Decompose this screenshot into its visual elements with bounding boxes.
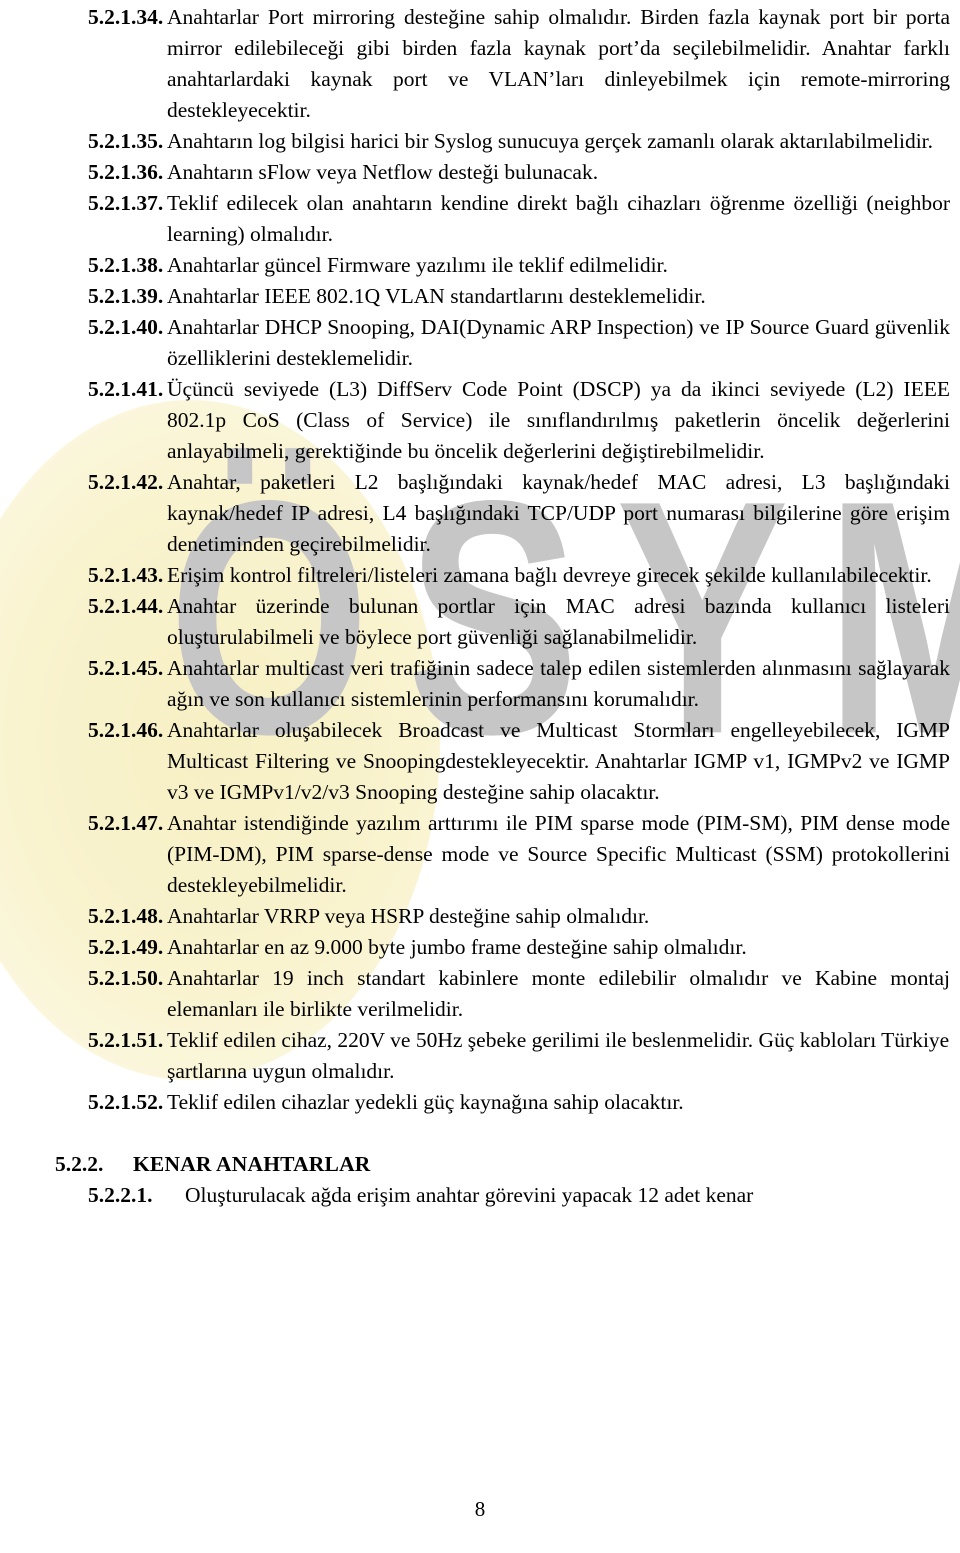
clause-text: Anahtarlar 19 inch standart kabinlere mo…: [167, 966, 950, 1021]
clause-item: 5.2.1.41. Üçüncü seviyede (L3) DiffServ …: [55, 374, 950, 467]
clause-item: 5.2.1.35. Anahtarın log bilgisi harici b…: [55, 126, 950, 157]
subclause-item: 5.2.2.1. Oluşturulacak ağda erişim anaht…: [55, 1180, 950, 1211]
clause-text: Anahtarlar güncel Firmware yazılımı ile …: [167, 253, 668, 277]
clause-item: 5.2.1.42. Anahtar, paketleri L2 başlığın…: [55, 467, 950, 560]
subclause-text: Oluşturulacak ağda erişim anahtar görevi…: [185, 1183, 754, 1207]
clause-text: Anahtarlar IEEE 802.1Q VLAN standartları…: [167, 284, 706, 308]
clause-number: 5.2.1.50.: [88, 966, 164, 990]
clause-number: 5.2.1.39.: [88, 284, 164, 308]
page-number: 8: [474, 1497, 486, 1521]
clause-item: 5.2.1.48. Anahtarlar VRRP veya HSRP dest…: [55, 901, 950, 932]
clause-number: 5.2.1.45.: [88, 656, 164, 680]
clause-number: 5.2.1.46.: [88, 718, 164, 742]
clause-item: 5.2.1.52. Teklif edilen cihazlar yedekli…: [55, 1087, 950, 1118]
clause-number: 5.2.1.38.: [88, 253, 164, 277]
clause-text: Anahtarlar oluşabilecek Broadcast ve Mul…: [167, 718, 950, 804]
clause-number: 5.2.1.43.: [88, 563, 164, 587]
clause-text: Anahtarlar multicast veri trafiğinin sad…: [167, 656, 950, 711]
clause-text: Anahtarın log bilgisi harici bir Syslog …: [167, 129, 934, 153]
clause-number: 5.2.1.42.: [88, 470, 164, 494]
clause-number: 5.2.1.40.: [88, 315, 164, 339]
clause-number: 5.2.1.37.: [88, 191, 164, 215]
clause-text: Anahtarlar en az 9.000 byte jumbo frame …: [167, 935, 747, 959]
clause-item: 5.2.1.38. Anahtarlar güncel Firmware yaz…: [55, 250, 950, 281]
section-title: KENAR ANAHTARLAR: [133, 1152, 371, 1176]
clause-item: 5.2.1.39. Anahtarlar IEEE 802.1Q VLAN st…: [55, 281, 950, 312]
clause-text: Anahtarın sFlow veya Netflow desteği bul…: [167, 160, 599, 184]
clause-text: Anahtarlar VRRP veya HSRP desteğine sahi…: [167, 904, 650, 928]
clause-item: 5.2.1.47. Anahtar istendiğinde yazılım a…: [55, 808, 950, 901]
clause-number: 5.2.1.34.: [88, 5, 164, 29]
clause-number: 5.2.1.49.: [88, 935, 164, 959]
clause-text: Teklif edilecek olan anahtarın kendine d…: [167, 191, 950, 246]
clause-text: Anahtar üzerinde bulunan portlar için MA…: [167, 594, 950, 649]
clause-item: 5.2.1.49. Anahtarlar en az 9.000 byte ju…: [55, 932, 950, 963]
clause-item: 5.2.1.51. Teklif edilen cihaz, 220V ve 5…: [55, 1025, 950, 1087]
section-heading: 5.2.2. KENAR ANAHTARLAR: [55, 1149, 950, 1180]
clause-text: Üçüncü seviyede (L3) DiffServ Code Point…: [167, 377, 950, 463]
clause-text: Anahtarlar DHCP Snooping, DAI(Dynamic AR…: [167, 315, 950, 370]
clause-list: 5.2.1.34. Anahtarlar Port mirroring dest…: [55, 2, 950, 1211]
clause-number: 5.2.1.41.: [88, 377, 164, 401]
clause-number: 5.2.1.52.: [88, 1090, 164, 1114]
clause-number: 5.2.1.36.: [88, 160, 164, 184]
clause-item: 5.2.1.40. Anahtarlar DHCP Snooping, DAI(…: [55, 312, 950, 374]
clause-number: 5.2.1.35.: [88, 129, 164, 153]
clause-text: Teklif edilen cihazlar yedekli güç kayna…: [167, 1090, 684, 1114]
clause-text: Anahtar istendiğinde yazılım arttırımı i…: [167, 811, 950, 897]
clause-item: 5.2.1.44. Anahtar üzerinde bulunan portl…: [55, 591, 950, 653]
clause-item: 5.2.1.34. Anahtarlar Port mirroring dest…: [55, 2, 950, 126]
document-page: ÖSYM 5.2.1.34. Anahtarlar Port mirroring…: [0, 0, 960, 1553]
clause-item: 5.2.1.36. Anahtarın sFlow veya Netflow d…: [55, 157, 950, 188]
clause-number: 5.2.1.48.: [88, 904, 164, 928]
clause-item: 5.2.1.46. Anahtarlar oluşabilecek Broadc…: [55, 715, 950, 808]
subclause-number: 5.2.2.1.: [88, 1183, 153, 1207]
clause-text: Anahtar, paketleri L2 başlığındaki kayna…: [167, 470, 950, 556]
clause-number: 5.2.1.44.: [88, 594, 164, 618]
clause-item: 5.2.1.43. Erişim kontrol filtreleri/list…: [55, 560, 950, 591]
clause-item: 5.2.1.37. Teklif edilecek olan anahtarın…: [55, 188, 950, 250]
clause-number: 5.2.1.51.: [88, 1028, 164, 1052]
clause-number: 5.2.1.47.: [88, 811, 164, 835]
clause-text: Erişim kontrol filtreleri/listeleri zama…: [167, 563, 932, 587]
clause-text: Teklif edilen cihaz, 220V ve 50Hz şebeke…: [167, 1028, 950, 1083]
clause-item: 5.2.1.50. Anahtarlar 19 inch standart ka…: [55, 963, 950, 1025]
clause-text: Anahtarlar Port mirroring desteğine sahi…: [167, 5, 950, 122]
clause-item: 5.2.1.45. Anahtarlar multicast veri traf…: [55, 653, 950, 715]
section-number: 5.2.2.: [55, 1152, 104, 1176]
